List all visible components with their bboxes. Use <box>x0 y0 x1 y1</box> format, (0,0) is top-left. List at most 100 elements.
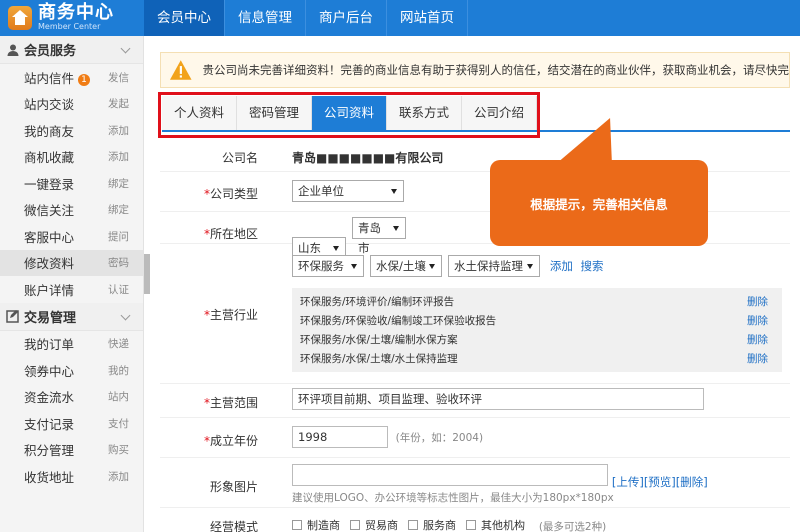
founded-year-input[interactable]: 1998 <box>292 426 388 448</box>
sidebar-item-label: 支付记录 <box>24 416 75 432</box>
business-mode-label: 经营模式 <box>209 520 258 532</box>
sidebar-item-payments[interactable]: 支付记录 支付 <box>0 410 143 437</box>
company-name-value: 青岛■■■■■■■有限公司 <box>292 151 444 165</box>
app-subtitle: Member Center <box>38 22 101 31</box>
mode-checkbox-manufacturer[interactable]: 制造商 <box>292 517 340 532</box>
warning-icon <box>169 60 192 80</box>
sidebar-item-wechat[interactable]: 微信关注 绑定 <box>0 197 143 224</box>
logo[interactable]: 商务中心 Member Center <box>0 0 144 36</box>
nav-site-home[interactable]: 网站首页 <box>387 0 468 36</box>
sidebar-item-action[interactable]: 密码 <box>108 255 129 270</box>
unread-badge: 1 <box>78 73 91 86</box>
sidebar-item-account[interactable]: 账户详情 认证 <box>0 276 143 303</box>
sidebar-item-action[interactable]: 添加 <box>108 149 129 164</box>
row-industry: *主营行业 环保服务 水保/土壤 水土保持监理 添加 搜索 环保服务/环境评价/编制… <box>160 244 790 384</box>
sidebar-item-one-click-login[interactable]: 一键登录 绑定 <box>0 170 143 197</box>
sidebar-item-label: 微信关注 <box>24 203 75 219</box>
sidebar-item-action[interactable]: 添加 <box>108 123 129 138</box>
chevron-down-icon <box>120 310 131 320</box>
sidebar-item-action[interactable]: 发信 <box>108 70 129 85</box>
preview-link[interactable]: [预览] <box>644 475 676 489</box>
sidebar-item-label: 领券中心 <box>24 363 75 379</box>
top-bar: 商务中心 Member Center 会员中心 信息管理 商户后台 网站首页 <box>0 0 800 36</box>
industry-add-link[interactable]: 添加 <box>550 259 573 273</box>
sidebar-item-label: 站内信件 <box>24 70 75 86</box>
company-type-select[interactable]: 企业单位 <box>292 180 404 202</box>
sidebar-item-action[interactable]: 绑定 <box>108 176 129 191</box>
mode-checkbox-trader[interactable]: 贸易商 <box>350 517 398 532</box>
nav-merchant-backend[interactable]: 商户后台 <box>306 0 387 36</box>
list-item: 环保服务/环境评价/编制环评报告 删除 <box>300 294 768 309</box>
delete-image-link[interactable]: [删除] <box>676 475 708 489</box>
industry-list: 环保服务/环境评价/编制环评报告 删除 环保服务/环保验收/编制竣工环保验收报告删… <box>292 288 782 372</box>
sidebar-item-action[interactable]: 我的 <box>108 363 129 378</box>
sidebar-item-label: 客服中心 <box>24 229 75 245</box>
sidebar-item-label: 积分管理 <box>24 443 75 459</box>
row-business-scope: *主营范围 环评项目前期、项目监理、验收环评 <box>160 384 790 418</box>
sidebar-item-action[interactable]: 提问 <box>108 229 129 244</box>
industry-label: 主营行业 <box>209 308 258 322</box>
city-select[interactable]: 青岛市 <box>352 217 406 255</box>
sidebar-item-action[interactable]: 发起 <box>108 96 129 111</box>
sidebar-item-address[interactable]: 收货地址 添加 <box>0 463 143 490</box>
sidebar-item-action[interactable]: 添加 <box>108 469 129 484</box>
sidebar-item-action[interactable]: 快递 <box>108 336 129 351</box>
company-name-label: 公司名 <box>221 151 258 165</box>
sidebar-item-label: 收货地址 <box>24 469 75 485</box>
sidebar-item-action[interactable]: 购买 <box>108 442 129 457</box>
delete-link[interactable]: 删除 <box>747 351 768 366</box>
nav-info-management[interactable]: 信息管理 <box>225 0 306 36</box>
sidebar-item-orders[interactable]: 我的订单 快递 <box>0 331 143 358</box>
upload-link[interactable]: [上传] <box>612 475 644 489</box>
chevron-down-icon <box>120 43 131 54</box>
delete-link[interactable]: 删除 <box>747 294 768 309</box>
mode-checkbox-service[interactable]: 服务商 <box>408 517 456 532</box>
tabs-highlight-box <box>158 92 540 138</box>
delete-link[interactable]: 删除 <box>747 332 768 347</box>
top-nav: 会员中心 信息管理 商户后台 网站首页 <box>144 0 468 36</box>
sidebar-item-coupons[interactable]: 领券中心 我的 <box>0 357 143 384</box>
user-icon <box>7 44 19 56</box>
sidebar-item-action[interactable]: 认证 <box>108 282 129 297</box>
sidebar-item-points[interactable]: 积分管理 购买 <box>0 437 143 464</box>
industry-select-2[interactable]: 水保/土壤 <box>370 255 442 277</box>
sidebar-item-cash-flow[interactable]: 资金流水 站内 <box>0 384 143 411</box>
founded-year-label: 成立年份 <box>209 434 258 448</box>
sidebar-item-friends[interactable]: 我的商友 添加 <box>0 117 143 144</box>
sidebar-item-label: 修改资料 <box>24 256 75 272</box>
sidebar-section-title: 会员服务 <box>24 44 77 59</box>
scope-label: 主营范围 <box>209 396 258 410</box>
business-scope-input[interactable]: 环评项目前期、项目监理、验收环评 <box>292 388 704 410</box>
notice-text: 贵公司尚未完善详细资料！完善的商业信息有助于获得别人的信任，结交潜在的商业伙伴，… <box>202 63 789 77</box>
sidebar-section-member-services[interactable]: 会员服务 <box>0 36 143 64</box>
delete-link[interactable]: 删除 <box>747 313 768 328</box>
row-founded-year: *成立年份 1998 (年份，如：2004) <box>160 418 790 458</box>
profile-notice: 贵公司尚未完善详细资料！完善的商业信息有助于获得别人的信任，结交潜在的商业伙伴，… <box>160 52 790 88</box>
industry-select-1[interactable]: 环保服务 <box>292 255 364 277</box>
hint-callout: 根据提示，完善相关信息 <box>490 160 708 246</box>
nav-member-center[interactable]: 会员中心 <box>144 0 225 36</box>
industry-search-link[interactable]: 搜索 <box>580 259 603 273</box>
sidebar-item-action[interactable]: 支付 <box>108 416 129 431</box>
company-type-label: 公司类型 <box>209 187 258 201</box>
sidebar-item-edit-profile[interactable]: 修改资料 密码 <box>0 249 143 276</box>
industry-select-3[interactable]: 水土保持监理 <box>448 255 540 277</box>
sidebar-item-action[interactable]: 绑定 <box>108 202 129 217</box>
mode-checkbox-other[interactable]: 其他机构 <box>466 517 525 532</box>
image-label: 形象图片 <box>209 480 258 494</box>
sidebar-item-chat[interactable]: 站内交谈 发起 <box>0 91 143 118</box>
sidebar-item-label: 商机收藏 <box>24 150 75 166</box>
sidebar-item-favorites[interactable]: 商机收藏 添加 <box>0 144 143 171</box>
app-title: 商务中心 <box>38 2 114 23</box>
image-path-input[interactable] <box>292 464 608 486</box>
sidebar-item-support[interactable]: 客服中心 提问 <box>0 223 143 250</box>
list-item: 环保服务/水保/土壤/编制水保方案 删除 <box>300 332 768 347</box>
sidebar-item-messages[interactable]: 站内信件 1 发信 <box>0 64 143 91</box>
sidebar: 会员服务 站内信件 1 发信 站内交谈 发起 我的商友 添加 商机收藏 添加 一键登录 绑定… <box>0 36 144 532</box>
sidebar-item-action[interactable]: 站内 <box>108 389 129 404</box>
image-hint: 建议使用LOGO、办公环境等标志性图片，最佳大小为180px*180px <box>292 492 614 504</box>
sidebar-collapse-handle[interactable] <box>144 254 150 294</box>
sidebar-section-trade-management[interactable]: 交易管理 <box>0 302 143 331</box>
list-item: 环保服务/环保验收/编制竣工环保验收报告 删除 <box>300 313 768 328</box>
home-icon <box>8 6 32 30</box>
